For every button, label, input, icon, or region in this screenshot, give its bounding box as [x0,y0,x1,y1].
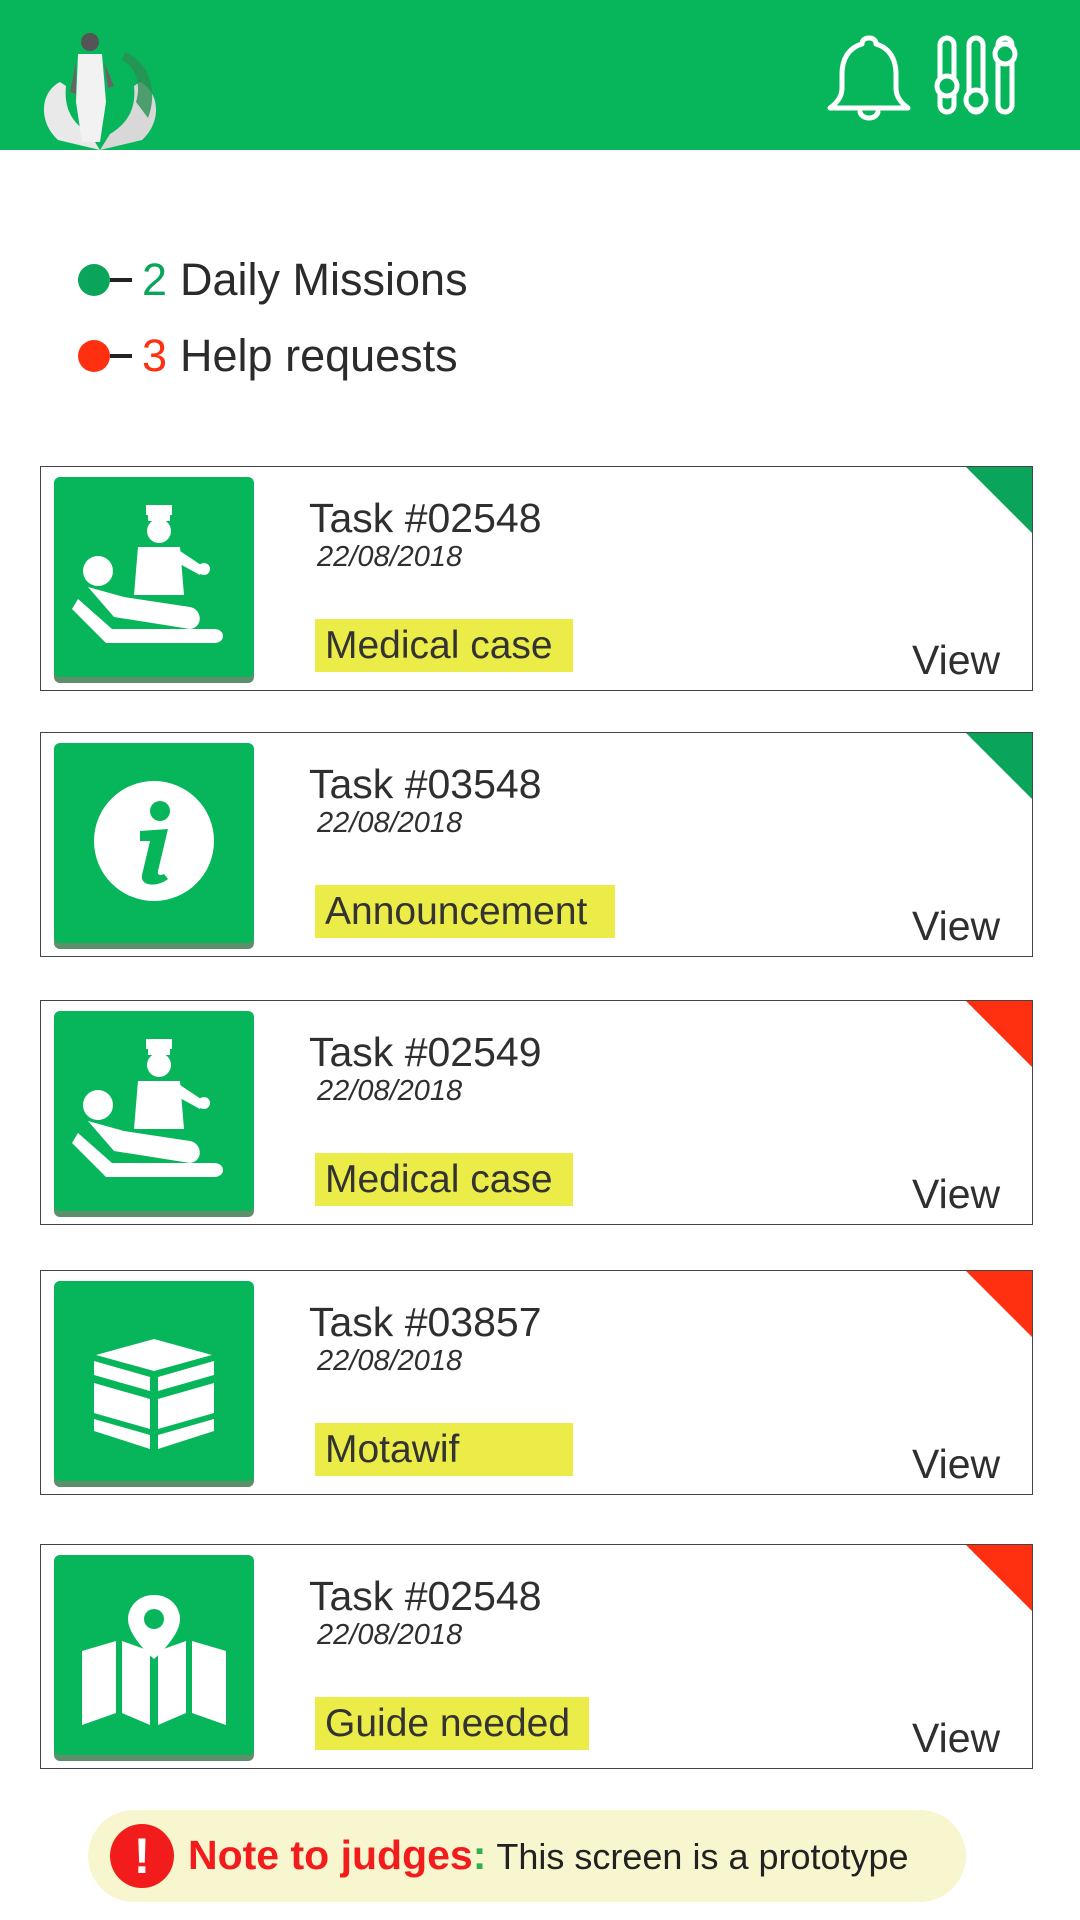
help-requests-stat: 3 Help requests [78,326,458,386]
status-corner-mission [966,467,1032,533]
help-requests-count: 3 [142,330,168,381]
prototype-note-banner: ! Note to judges: This screen is a protot… [88,1810,966,1902]
task-card[interactable]: Task #03857 22/08/2018 Motawif View [40,1270,1033,1495]
status-corner-help [966,1001,1032,1067]
red-dot-icon [78,340,110,372]
kaaba-icon [54,1281,254,1481]
status-corner-help [966,1545,1032,1611]
doctor-patient-icon [54,477,254,677]
task-date: 22/08/2018 [317,1345,463,1377]
dash-icon [110,354,132,358]
task-category-tag: Announcement [315,885,615,938]
task-title: Task #02549 [309,1029,542,1075]
dash-icon [110,278,132,282]
task-category-tag: Medical case [315,1153,573,1206]
doctor-patient-icon [54,1011,254,1211]
view-button[interactable]: View [912,637,1000,684]
view-button[interactable]: View [912,1441,1000,1488]
alert-icon: ! [110,1824,174,1888]
status-corner-help [966,1271,1032,1337]
daily-missions-label: Daily Missions [180,254,468,305]
status-corner-mission [966,733,1032,799]
task-date: 22/08/2018 [317,1075,463,1107]
app-header [0,0,1080,150]
sliders-icon[interactable] [934,34,1018,116]
note-message: This screen is a prototype [496,1836,909,1877]
task-category-tag: Medical case [315,619,573,672]
task-date: 22/08/2018 [317,1619,463,1651]
task-title: Task #03857 [309,1299,542,1345]
task-card[interactable]: Task #02549 22/08/2018 Medical case View [40,1000,1033,1225]
map-pin-icon [54,1555,254,1755]
note-label: Note to judges [188,1832,473,1878]
info-icon [54,743,254,943]
daily-missions-count: 2 [142,254,168,305]
task-title: Task #02548 [309,1573,542,1619]
task-title: Task #02548 [309,495,542,541]
daily-missions-stat: 2 Daily Missions [78,250,468,310]
note-colon: : [472,1832,487,1878]
task-date: 22/08/2018 [317,541,463,573]
hands-holding-pilgrim-logo [43,33,157,150]
view-button[interactable]: View [912,1715,1000,1762]
task-card[interactable]: Task #02548 22/08/2018 Guide needed View [40,1544,1033,1769]
task-category-tag: Motawif [315,1423,573,1476]
help-requests-label: Help requests [180,330,458,381]
task-date: 22/08/2018 [317,807,463,839]
note-text: Note to judges: This screen is a prototyp… [188,1832,909,1879]
view-button[interactable]: View [912,903,1000,950]
view-button[interactable]: View [912,1171,1000,1218]
task-card[interactable]: Task #03548 22/08/2018 Announcement View [40,732,1033,957]
bell-icon[interactable] [826,30,912,122]
green-dot-icon [78,264,110,296]
task-title: Task #03548 [309,761,542,807]
task-category-tag: Guide needed [315,1697,589,1750]
task-card[interactable]: Task #02548 22/08/2018 Medical case View [40,466,1033,691]
